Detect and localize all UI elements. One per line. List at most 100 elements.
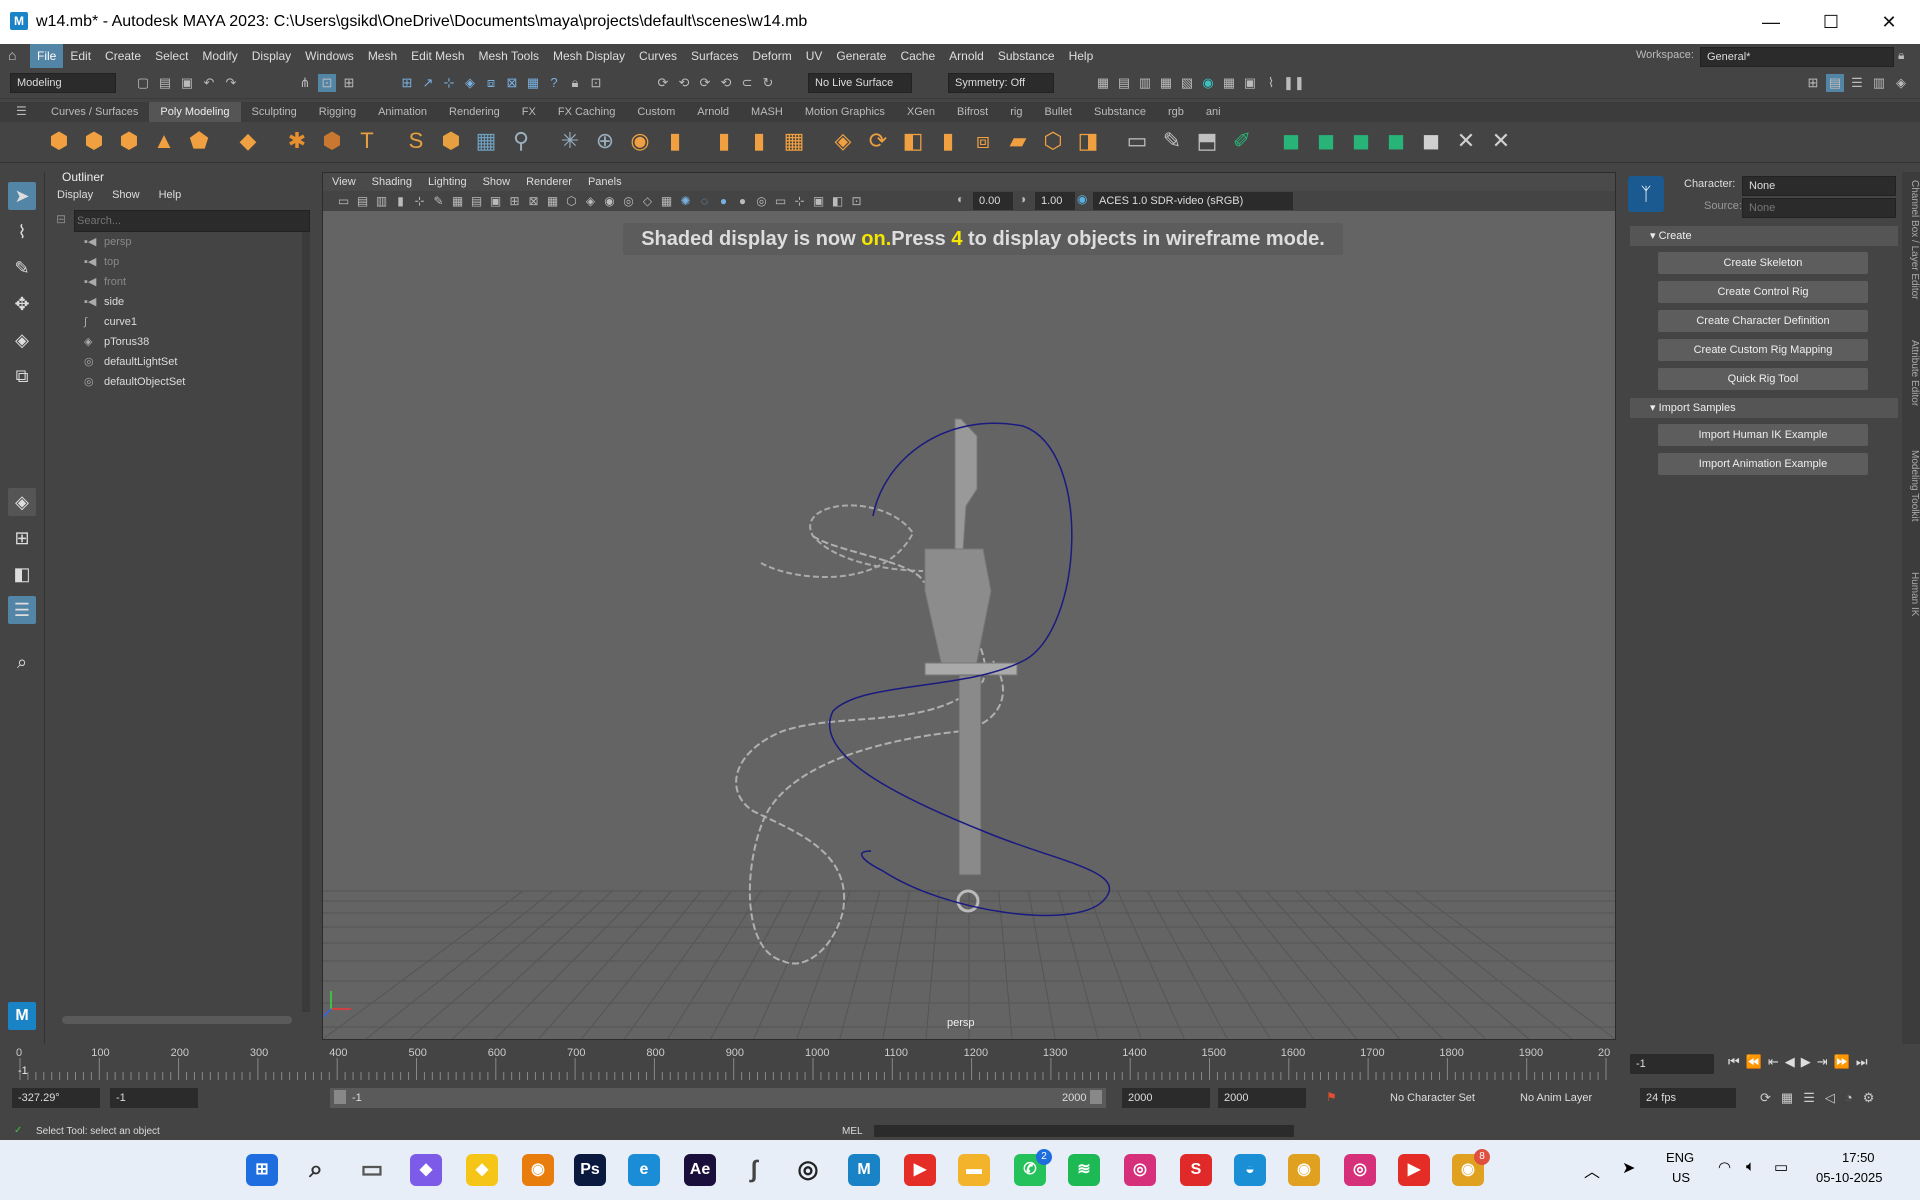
outliner-layout-icon[interactable]: ☰: [8, 596, 36, 624]
shelf-tab-fx[interactable]: FX: [511, 102, 547, 122]
snap-curve-icon[interactable]: ↗: [419, 74, 437, 92]
explorer-taskbar-icon[interactable]: ▬: [958, 1154, 990, 1186]
outliner-item[interactable]: ◎ defaultObjectSet: [48, 372, 300, 392]
menu-windows[interactable]: Windows: [298, 44, 361, 68]
snap-live-icon[interactable]: ▦: [524, 74, 542, 92]
shelf-tool-icon[interactable]: ⧈: [970, 128, 996, 154]
viewport-tool-icon[interactable]: ⊹: [411, 192, 428, 210]
viewport-menu-renderer[interactable]: Renderer: [517, 173, 579, 191]
time-slider[interactable]: 0 100 200 300 400 500 600 700 800 900 1000 1100 1200…: [0, 1044, 1920, 1084]
shelf-tool-icon[interactable]: ◧: [900, 128, 926, 154]
shelf-tool-icon[interactable]: ◼: [1418, 128, 1444, 154]
loop-icon[interactable]: ⟳: [1760, 1090, 1771, 1106]
shelf-tab-custom[interactable]: Custom: [626, 102, 686, 122]
shelf-tab-ani[interactable]: ani: [1195, 102, 1232, 122]
minimize-button[interactable]: —: [1748, 6, 1794, 38]
menu-display[interactable]: Display: [245, 44, 298, 68]
select-component-icon[interactable]: ⊞: [340, 74, 358, 92]
viewport-tool-icon[interactable]: ▣: [487, 192, 504, 210]
shelf-tool-icon[interactable]: ▮: [711, 128, 737, 154]
outliner-hscrollbar[interactable]: [62, 1016, 292, 1024]
menu-help[interactable]: Help: [1062, 44, 1101, 68]
volume-icon[interactable]: 🔈︎: [1746, 1158, 1755, 1175]
coord-field[interactable]: -327.29°: [12, 1088, 100, 1108]
search-taskbar-icon[interactable]: ⌕: [300, 1154, 332, 1186]
shelf-tab-rig[interactable]: rig: [999, 102, 1033, 122]
select-object-icon[interactable]: ⊡: [318, 74, 336, 92]
character-set-dropdown[interactable]: No Character Set: [1390, 1092, 1475, 1104]
shelf-tool-icon[interactable]: ▦: [473, 128, 499, 154]
paint-select-tool-icon[interactable]: ✎: [8, 254, 36, 282]
shelf-tool-icon[interactable]: ▮: [935, 128, 961, 154]
scene-canvas[interactable]: [323, 211, 1615, 1039]
viewport-tool-icon[interactable]: ▮: [392, 192, 409, 210]
time-ruler[interactable]: 0 100 200 300 400 500 600 700 800 900 1000 1100 1200…: [16, 1044, 1622, 1080]
lock-selection-icon[interactable]: 🔒︎: [566, 74, 584, 92]
shelf-tab-curves-surfaces[interactable]: Curves / Surfaces: [40, 102, 149, 122]
outliner-item[interactable]: ◈ pTorus38: [48, 332, 300, 352]
shelf-tool-icon[interactable]: S: [403, 128, 429, 154]
range-slider[interactable]: -1 2000: [330, 1088, 1106, 1108]
shelf-tab-animation[interactable]: Animation: [367, 102, 438, 122]
snap-help-icon[interactable]: ?: [545, 74, 563, 92]
shelf-tab-xgen[interactable]: XGen: [896, 102, 946, 122]
chrome-taskbar-icon[interactable]: ◉: [1288, 1154, 1320, 1186]
show-hidden-icons-icon[interactable]: ︿: [1584, 1158, 1600, 1182]
shelf-tool-icon[interactable]: ◼: [1313, 128, 1339, 154]
menu-deform[interactable]: Deform: [745, 44, 798, 68]
render-settings-icon[interactable]: ▤: [1115, 74, 1133, 92]
import-human-ik-example-button[interactable]: Import Human IK Example: [1658, 424, 1868, 446]
outliner-item[interactable]: ∫ curve1: [48, 312, 300, 332]
shelf-tool-icon[interactable]: ◆: [235, 128, 261, 154]
shelf-tool-icon[interactable]: ⚲: [508, 128, 534, 154]
live-surface-field[interactable]: No Live Surface: [808, 73, 912, 93]
single-perspective-layout-icon[interactable]: ◈: [8, 488, 36, 516]
outliner-menu-show[interactable]: Show: [103, 186, 150, 204]
shelf-tool-icon[interactable]: ▮: [746, 128, 772, 154]
move-tool-icon[interactable]: ✥: [8, 290, 36, 318]
outliner-search-input[interactable]: [74, 210, 310, 232]
copilot-taskbar-icon[interactable]: ◆: [410, 1154, 442, 1186]
viewport-tool-icon[interactable]: ▦: [449, 192, 466, 210]
menu-mesh-display[interactable]: Mesh Display: [546, 44, 632, 68]
shelf-tab-arnold[interactable]: Arnold: [686, 102, 740, 122]
end-frame-field-2[interactable]: 2000: [1218, 1088, 1306, 1108]
snap-point-icon[interactable]: ⊹: [440, 74, 458, 92]
hypershade-icon[interactable]: ▧: [1178, 74, 1196, 92]
viewport-menu-lighting[interactable]: Lighting: [419, 173, 474, 191]
lasso-tool-icon[interactable]: ⌇: [8, 218, 36, 246]
play-backward-icon[interactable]: ◀: [1785, 1054, 1795, 1070]
close-button[interactable]: ✕: [1866, 6, 1912, 38]
outliner-item[interactable]: ◎ defaultLightSet: [48, 352, 300, 372]
shelf-tool-icon[interactable]: ▰: [1005, 128, 1031, 154]
preferences-icon[interactable]: ⚙: [1863, 1090, 1875, 1106]
shelf-tool-icon[interactable]: ✕: [1488, 128, 1514, 154]
menu-uv[interactable]: UV: [799, 44, 830, 68]
youtube-taskbar-icon[interactable]: ▶: [904, 1154, 936, 1186]
create-custom-rig-mapping-button[interactable]: Create Custom Rig Mapping: [1658, 339, 1868, 361]
shelf-tab-rigging[interactable]: Rigging: [308, 102, 367, 122]
wifi-icon[interactable]: ◠: [1718, 1158, 1731, 1176]
create-skeleton-button[interactable]: Create Skeleton: [1658, 252, 1868, 274]
clock-time[interactable]: 17:50: [1842, 1150, 1875, 1165]
blender-taskbar-icon[interactable]: ◉: [522, 1154, 554, 1186]
maya-home-icon[interactable]: M: [8, 1002, 36, 1030]
viewport-menu-view[interactable]: View: [323, 173, 363, 191]
character-dropdown[interactable]: None: [1742, 176, 1896, 196]
clock-date[interactable]: 05-10-2025: [1816, 1170, 1883, 1185]
redo-icon[interactable]: ↷: [222, 74, 240, 92]
shelf-tool-icon[interactable]: ◉: [627, 128, 653, 154]
layers-toggle-icon[interactable]: ◈: [1892, 74, 1910, 92]
after-effects-taskbar-icon[interactable]: Ae: [684, 1154, 716, 1186]
viewport-tool-icon[interactable]: ⊹: [791, 192, 808, 210]
viewport-tool-icon[interactable]: ✺: [677, 192, 694, 210]
shelf-menu-icon[interactable]: ☰: [16, 104, 27, 118]
instagram2-taskbar-icon[interactable]: ◎: [1344, 1154, 1376, 1186]
outliner-item[interactable]: ▪◀ persp: [48, 232, 300, 252]
menuset-dropdown[interactable]: Modeling: [10, 73, 116, 93]
step-forward-key-icon[interactable]: ⏩: [1834, 1054, 1850, 1070]
viewport-menu-panels[interactable]: Panels: [579, 173, 629, 191]
snapshot-icon[interactable]: ▣: [1241, 74, 1259, 92]
shelf-tab-sculpting[interactable]: Sculpting: [241, 102, 308, 122]
s-app-taskbar-icon[interactable]: S: [1180, 1154, 1212, 1186]
